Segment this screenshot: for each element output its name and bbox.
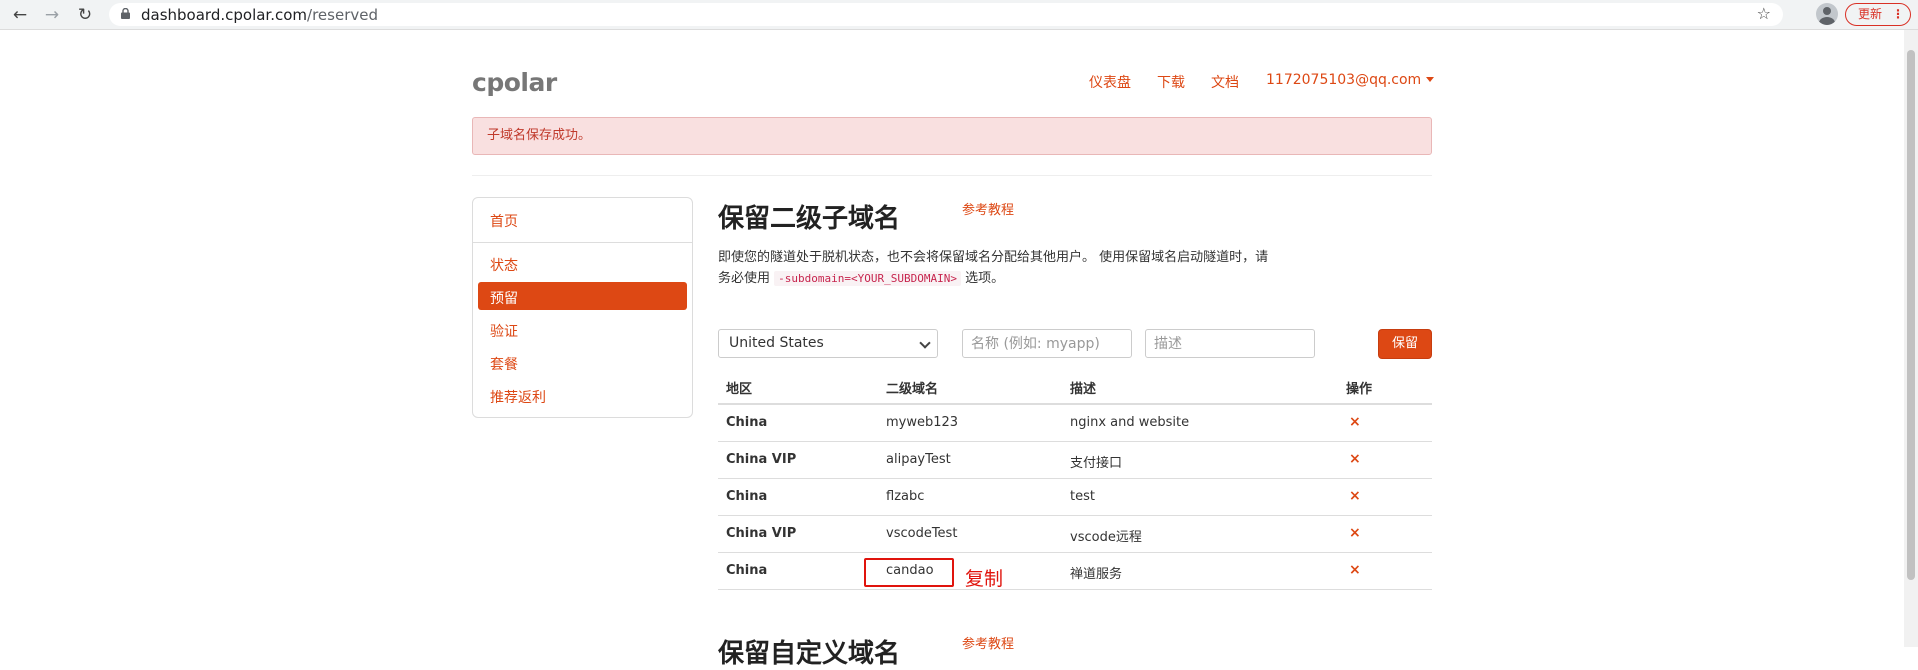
cell-subdomain: alipayTest (886, 452, 951, 467)
profile-avatar-icon[interactable] (1816, 3, 1838, 25)
cell-region: China (726, 415, 768, 430)
cell-description: 禅道服务 (1070, 567, 1123, 582)
delete-icon[interactable]: × (1349, 451, 1361, 467)
page-title: 保留二级子域名 (718, 204, 901, 234)
nav-dashboard-link[interactable]: 仪表盘 (1089, 72, 1131, 92)
forward-arrow-icon[interactable]: → (42, 5, 62, 25)
subdomain-option-code: -subdomain=<YOUR_SUBDOMAIN> (774, 271, 961, 286)
caret-down-icon (1426, 77, 1435, 82)
highlight-box (864, 558, 954, 587)
cell-description: nginx and website (1070, 415, 1190, 430)
reload-icon[interactable]: ↻ (75, 5, 95, 25)
back-arrow-icon[interactable]: ← (10, 5, 30, 25)
row-divider (718, 478, 1432, 479)
cell-region: China VIP (726, 452, 797, 467)
page-scrollbar[interactable] (1904, 30, 1918, 647)
column-header-action: 操作 (1346, 382, 1373, 397)
cell-subdomain: flzabc (886, 489, 925, 504)
account-dropdown[interactable]: 1172075103@qq.com (1266, 72, 1435, 88)
region-select[interactable]: United States (718, 329, 938, 358)
bookmark-star-icon[interactable]: ☆ (1757, 4, 1771, 23)
table-header-divider (718, 403, 1432, 405)
sidebar-item-status[interactable]: 状态 (490, 255, 518, 275)
sidebar-item-plan[interactable]: 套餐 (490, 354, 518, 374)
menu-dots-icon: ⋮ (1892, 7, 1904, 21)
nav-download-link[interactable]: 下载 (1157, 72, 1185, 92)
copy-annotation: 复制 (965, 568, 1004, 590)
column-header-subdomain: 二级域名 (886, 382, 939, 397)
cell-region: China (726, 563, 768, 578)
sidebar-item-home[interactable]: 首页 (490, 211, 518, 231)
row-divider (718, 552, 1432, 553)
sidebar: 首页 状态 预留 验证 套餐 推荐返利 (472, 197, 693, 418)
cell-region: China VIP (726, 526, 797, 541)
address-bar[interactable]: dashboard.cpolar.com/reserved ☆ (109, 3, 1783, 26)
row-divider (718, 589, 1432, 590)
success-alert: 子域名保存成功。 (472, 117, 1432, 155)
nav-docs-link[interactable]: 文档 (1211, 72, 1239, 92)
sidebar-divider (473, 242, 692, 243)
divider (472, 175, 1432, 176)
sidebar-item-reserved-label[interactable]: 预留 (490, 288, 518, 308)
browser-update-button[interactable]: 更新 ⋮ (1845, 3, 1911, 26)
sidebar-item-verify[interactable]: 验证 (490, 321, 518, 341)
column-header-description: 描述 (1070, 382, 1097, 397)
sidebar-item-referral[interactable]: 推荐返利 (490, 387, 546, 407)
column-header-region: 地区 (726, 382, 753, 397)
delete-icon[interactable]: × (1349, 414, 1361, 430)
cell-subdomain: vscodeTest (886, 526, 958, 541)
chevron-down-icon (919, 337, 931, 349)
lock-icon (121, 8, 130, 19)
url-text: dashboard.cpolar.com/reserved (141, 6, 378, 24)
cell-subdomain: myweb123 (886, 415, 959, 430)
page-description: 即使您的隧道处于脱机状态，也不会将保留域名分配给其他用户。 使用保留域名启动隧道… (718, 250, 1269, 286)
brand-logo[interactable]: cpolar (472, 68, 557, 97)
reserve-button[interactable]: 保留 (1378, 329, 1432, 359)
browser-toolbar: ← → ↻ dashboard.cpolar.com/reserved ☆ 更新… (0, 0, 1918, 30)
reference-tutorial-link[interactable]: 参考教程 (962, 199, 1014, 218)
custom-domain-section-title: 保留自定义域名 (718, 639, 901, 669)
delete-icon[interactable]: × (1349, 525, 1361, 541)
delete-icon[interactable]: × (1349, 562, 1361, 578)
cell-region: China (726, 489, 768, 504)
delete-icon[interactable]: × (1349, 488, 1361, 504)
row-divider (718, 515, 1432, 516)
cell-description: vscode远程 (1070, 530, 1142, 545)
custom-domain-reference-link[interactable]: 参考教程 (962, 633, 1014, 652)
cell-description: test (1070, 489, 1095, 504)
cell-description: 支付接口 (1070, 456, 1123, 471)
subdomain-name-input[interactable] (962, 329, 1132, 358)
row-divider (718, 441, 1432, 442)
description-input[interactable] (1145, 329, 1315, 358)
